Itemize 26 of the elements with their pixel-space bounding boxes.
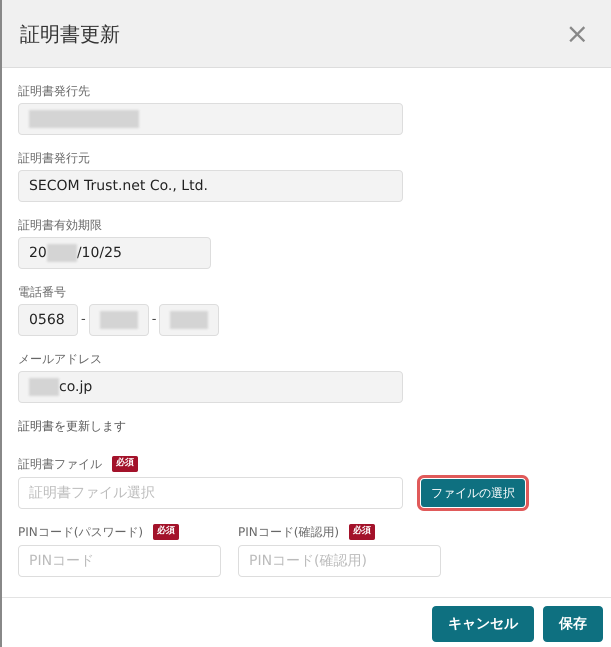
field-label: 証明書ファイル xyxy=(18,456,102,473)
close-button[interactable]: × xyxy=(562,20,593,48)
field-label: 証明書有効期限 xyxy=(18,217,103,234)
field-label: 証明書発行先 xyxy=(18,83,91,100)
read-only-field: 0568 xyxy=(18,304,78,336)
required-tag: 必須 xyxy=(153,524,180,540)
field-label: 証明書発行元 xyxy=(18,150,91,167)
separator: - xyxy=(150,311,158,330)
read-only-field: 20 /10/25 xyxy=(18,237,211,269)
save-button[interactable]: 保存 xyxy=(543,606,603,642)
field-label: PINコード(パスワード) xyxy=(18,524,144,541)
required-tag: 必須 xyxy=(112,456,138,472)
required-tag: 必須 xyxy=(349,524,376,540)
field-label: 電話番号 xyxy=(18,284,67,301)
read-only-field: co.jp xyxy=(18,371,403,403)
choose-file-button[interactable]: ファイルの選択 xyxy=(421,479,525,507)
read-only-field: SECOM Trust.net Co., Ltd. xyxy=(18,170,403,202)
note-text: 証明書を更新します xyxy=(18,418,127,435)
pin-field[interactable]: PINコード(確認用) xyxy=(238,545,441,577)
pin-field[interactable]: PINコード xyxy=(18,545,221,577)
separator: - xyxy=(80,311,87,330)
field-label: メールアドレス xyxy=(18,351,103,368)
file-field[interactable]: 証明書ファイル選択 xyxy=(18,477,403,509)
field-label: PINコード(確認用) xyxy=(238,524,340,541)
dialog-title: 証明書更新 xyxy=(20,20,120,48)
cancel-button[interactable]: キャンセル xyxy=(432,606,534,642)
